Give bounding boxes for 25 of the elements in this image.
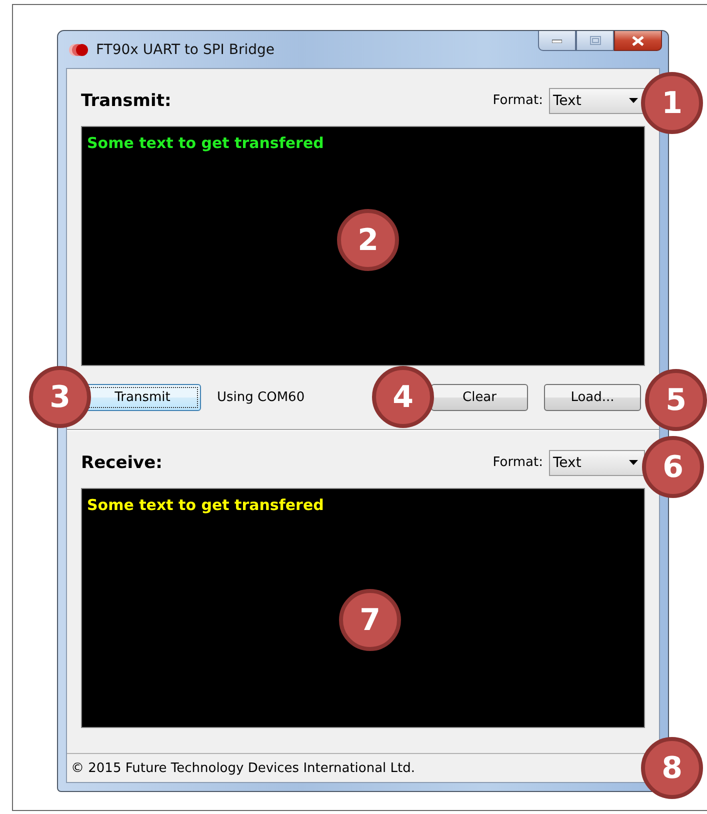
close-icon [632,36,644,46]
format-label: Format: [492,455,543,470]
minimize-icon [552,38,562,42]
load-button[interactable]: Load... [544,384,641,411]
window-title: FT90x UART to SPI Bridge [96,42,274,58]
callout-badge: 6 [642,436,704,498]
maximize-icon [590,36,600,45]
clear-button[interactable]: Clear [431,384,528,411]
caret-icon [629,98,638,103]
section-heading: Transmit: [81,90,172,110]
close-button[interactable] [614,31,662,51]
app-icon [68,42,90,56]
caret-icon [629,460,638,465]
callout-badge: 3 [29,366,91,428]
format-dropdown[interactable]: Text [549,450,645,476]
port-label: Using COM60 [217,390,305,405]
callout-badge: 5 [645,369,707,431]
callout-badge: 1 [641,72,703,134]
minimize-button[interactable] [538,31,576,51]
copyright-text: © 2015 Future Technology Devices International Ltd. [71,760,416,776]
format-label: Format: [492,93,543,108]
format-dropdown[interactable]: Text [549,88,645,114]
maximize-button[interactable] [576,31,614,51]
section-heading: Receive: [81,452,162,472]
callout-badge: 8 [641,737,703,799]
